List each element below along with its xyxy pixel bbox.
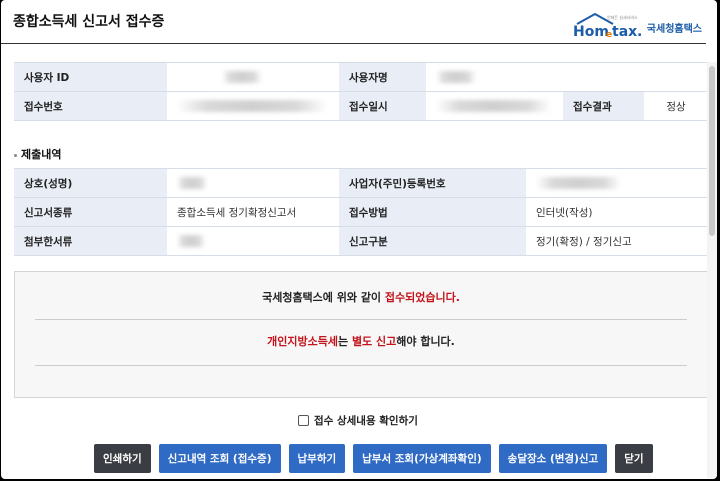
receipt-window: 종합소득세 신고서 접수증 언제든 실세서비스 Hom e tax . 국세청홈… — [1, 0, 717, 479]
bullet-icon — [14, 153, 17, 157]
confirm-checkbox[interactable] — [298, 415, 309, 426]
submission-section-title: 제출내역 — [14, 146, 61, 162]
close-button[interactable]: 닫기 — [615, 444, 653, 473]
table-row: 상호(성명) 사업자(주민)등록번호 — [14, 168, 708, 198]
business-name-label: 상호(성명) — [14, 168, 167, 198]
user-name-label: 사용자명 — [339, 62, 426, 92]
business-name-value — [167, 168, 339, 198]
category-value: 정기(확정) / 정기신고 — [526, 226, 708, 256]
notice-highlight: 개인지방소득세 — [267, 335, 338, 348]
notice-line-2: 개인지방소득세는 별도 신고해야 합니다. — [15, 333, 707, 349]
notice-box: 국세청홈택스에 위와 같이 접수되었습니다. 개인지방소득세는 별도 신고해야 … — [14, 271, 708, 398]
report-type-value: 종합소득세 정기확정신고서 — [167, 197, 339, 227]
svg-text:tax: tax — [612, 24, 637, 38]
section-title-text: 제출내역 — [21, 148, 62, 161]
confirm-details-toggle[interactable]: 접수 상세내용 확인하기 — [298, 413, 418, 428]
redacted-user-id — [222, 71, 262, 83]
bill-button[interactable]: 납부서 조회(가상계좌확인) — [353, 444, 491, 473]
redacted-receipt-no — [177, 100, 327, 112]
receipt-no-value — [167, 91, 339, 121]
result-value: 정상 — [644, 91, 708, 121]
scroll-thumb[interactable] — [709, 66, 715, 236]
notice-divider — [35, 365, 687, 366]
attachments-value — [167, 226, 339, 256]
report-type-label: 신고서종류 — [14, 197, 167, 227]
hometax-logo-sub: 국세청홈택스 — [646, 24, 702, 35]
hometax-logo-icon: 언제든 실세서비스 Hom e tax . — [573, 12, 642, 38]
redacted-attachments — [177, 235, 205, 247]
table-row: 신고서종류 종합소득세 정기확정신고서 접수방법 인터넷(작성) — [14, 197, 708, 227]
table-row: 접수번호 접수일시 접수결과 정상 — [14, 91, 708, 121]
receipt-time-label: 접수일시 — [339, 91, 426, 121]
pay-button[interactable]: 납부하기 — [288, 444, 346, 473]
receipt-info-table: 사용자 ID 사용자명 접수번호 접수일시 접수결과 정상 — [14, 62, 708, 121]
redacted-user-name — [436, 71, 476, 83]
redacted-receipt-time — [436, 100, 551, 112]
reg-no-value — [526, 168, 708, 198]
attachments-label: 첨부한서류 — [14, 226, 167, 256]
svg-text:Hom: Hom — [573, 24, 609, 38]
receipt-time-value — [426, 91, 563, 121]
hometax-logo: 언제든 실세서비스 Hom e tax . 국세청홈택스 — [573, 12, 702, 38]
action-buttons: 인쇄하기 신고내역 조회 (접수증) 납부하기 납부서 조회(가상계좌확인) 송… — [94, 444, 661, 473]
user-id-label: 사용자 ID — [14, 62, 167, 92]
notice-highlight: 별도 신고 — [351, 335, 397, 348]
svg-text:.: . — [637, 24, 642, 38]
page-header: 종합소득세 신고서 접수증 언제든 실세서비스 Hom e tax . 국세청홈… — [1, 0, 706, 44]
notice-text: 해야 합니다. — [396, 335, 455, 348]
svg-text:언제든 실세서비스: 언제든 실세서비스 — [607, 14, 638, 20]
history-button[interactable]: 신고내역 조회 (접수증) — [158, 444, 281, 473]
category-label: 신고구분 — [339, 226, 526, 256]
delivery-button[interactable]: 송달장소 (변경)신고 — [498, 444, 608, 473]
method-label: 접수방법 — [339, 197, 526, 227]
receipt-no-label: 접수번호 — [14, 91, 167, 121]
notice-divider — [35, 319, 687, 320]
user-id-value — [167, 62, 339, 92]
result-label: 접수결과 — [563, 91, 644, 121]
notice-text: 국세청홈택스에 위와 같이 — [262, 291, 385, 304]
notice-line-1: 국세청홈택스에 위와 같이 접수되었습니다. — [15, 289, 707, 305]
user-name-value — [426, 62, 708, 92]
scrollbar[interactable] — [707, 62, 717, 478]
print-button[interactable]: 인쇄하기 — [94, 444, 151, 473]
notice-text: 는 — [337, 335, 352, 348]
table-row: 첨부한서류 신고구분 정기(확정) / 정기신고 — [14, 226, 708, 256]
redacted-reg-no — [536, 177, 621, 189]
reg-no-label: 사업자(주민)등록번호 — [339, 168, 526, 198]
notice-highlight: 접수되었습니다. — [384, 291, 460, 304]
table-row: 사용자 ID 사용자명 — [14, 62, 708, 92]
page-title: 종합소득세 신고서 접수증 — [13, 14, 165, 30]
confirm-label: 접수 상세내용 확인하기 — [314, 415, 418, 427]
redacted-business-name — [177, 177, 207, 189]
method-value: 인터넷(작성) — [526, 197, 708, 227]
submission-table: 상호(성명) 사업자(주민)등록번호 신고서종류 종합소득세 정기확정신고서 접… — [14, 168, 708, 256]
